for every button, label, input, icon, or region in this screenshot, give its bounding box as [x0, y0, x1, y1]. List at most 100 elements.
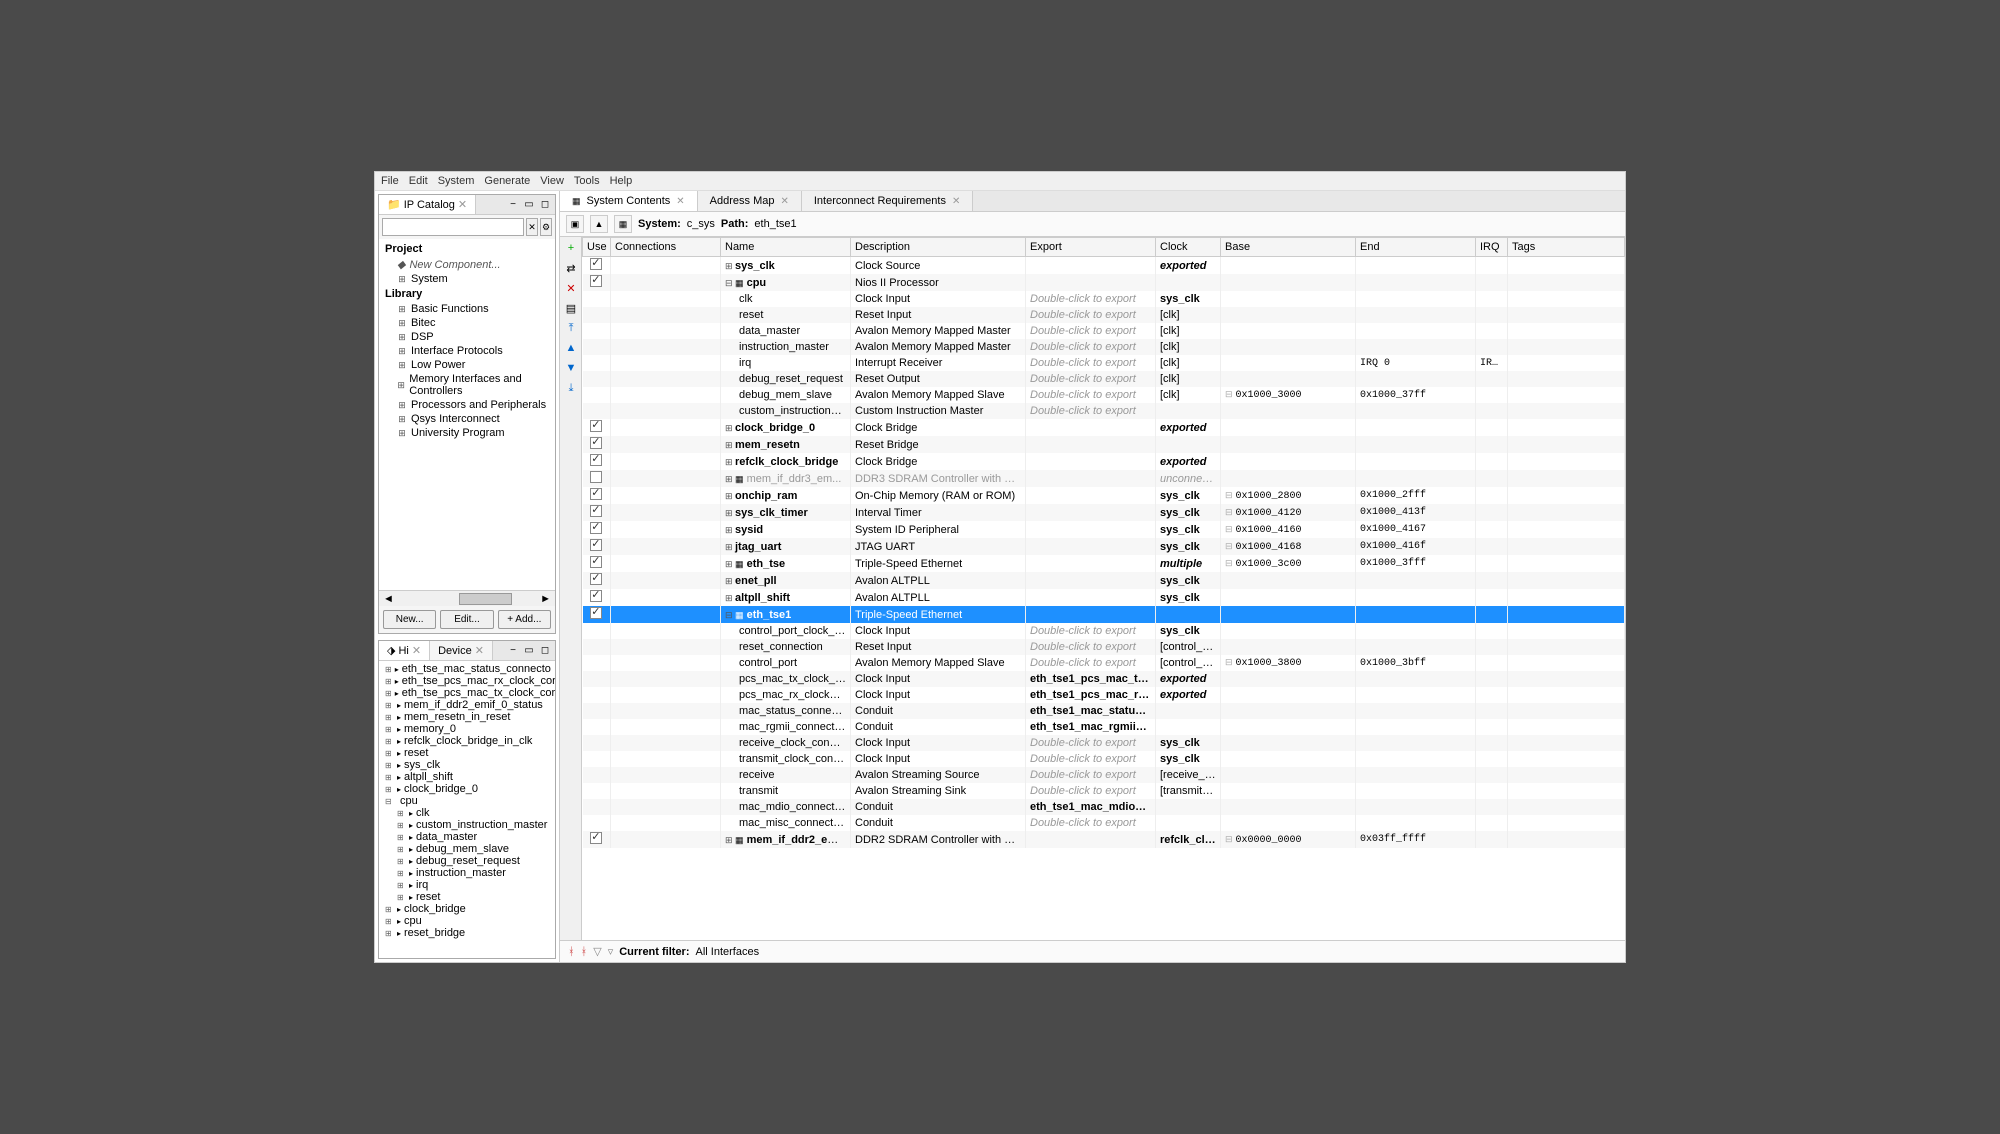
table-row[interactable]: mac_rgmii_connectionConduiteth_tse1_mac_… [583, 719, 1625, 735]
row-base[interactable]: ⊟0x0000_0000 [1221, 831, 1356, 848]
close-icon[interactable]: ✕ [458, 198, 467, 211]
expand-icon[interactable]: ⊟ [725, 610, 735, 621]
system-table-container[interactable]: UseConnectionsNameDescriptionExportClock… [582, 237, 1625, 940]
column-base[interactable]: Base [1221, 238, 1356, 257]
expand-icon[interactable]: ⊞ [397, 845, 406, 854]
row-clock[interactable]: sys_clk [1156, 589, 1221, 606]
library-item[interactable]: ⊞Basic Functions [381, 302, 553, 316]
row-export[interactable] [1026, 606, 1156, 623]
move-up-icon[interactable]: ▲ [562, 339, 580, 357]
row-clock[interactable]: [clk] [1156, 371, 1221, 387]
column-clock[interactable]: Clock [1156, 238, 1221, 257]
row-clock[interactable]: sys_clk [1156, 572, 1221, 589]
collapse-all-button[interactable]: ▣ [566, 215, 584, 233]
row-clock[interactable]: [control_por... [1156, 655, 1221, 671]
row-base[interactable] [1221, 751, 1356, 767]
row-base[interactable] [1221, 307, 1356, 323]
row-clock[interactable]: sys_clk [1156, 521, 1221, 538]
table-row[interactable]: ⊞onchip_ramOn-Chip Memory (RAM or ROM)sy… [583, 487, 1625, 504]
row-export[interactable] [1026, 453, 1156, 470]
table-row[interactable]: transmitAvalon Streaming SinkDouble-clic… [583, 783, 1625, 799]
connections-cell[interactable] [611, 521, 721, 538]
table-row[interactable]: ⊟▦ eth_tse1Triple-Speed Ethernet [583, 606, 1625, 623]
row-base[interactable]: ⊟0x1000_4120 [1221, 504, 1356, 521]
row-clock[interactable]: refclk_cloc... [1156, 831, 1221, 848]
tab-address-map[interactable]: Address Map✕ [698, 191, 802, 211]
expand-icon[interactable]: ⊞ [725, 542, 735, 553]
use-checkbox[interactable] [590, 832, 602, 844]
connections-cell[interactable] [611, 291, 721, 307]
row-clock[interactable]: sys_clk [1156, 487, 1221, 504]
expand-icon[interactable]: ⊞ [385, 737, 394, 746]
row-base[interactable] [1221, 274, 1356, 291]
expand-all-button[interactable]: ▲ [590, 215, 608, 233]
row-export[interactable] [1026, 504, 1156, 521]
expand-icon[interactable]: ⊞ [725, 457, 735, 468]
expand-icon[interactable]: ⊞ [397, 881, 406, 890]
row-export[interactable]: eth_tse1_pcs_mac_rx_... [1026, 687, 1156, 703]
expand-icon[interactable]: ⊞ [397, 809, 406, 818]
row-clock[interactable]: sys_clk [1156, 538, 1221, 555]
hierarchy-item[interactable]: ⊞▸cpu [381, 915, 553, 927]
maximize-icon[interactable]: ◻ [538, 198, 552, 212]
hierarchy-item[interactable]: ⊞▸eth_tse_pcs_mac_tx_clock_cor [381, 687, 553, 699]
row-base[interactable]: ⊟0x1000_3800 [1221, 655, 1356, 671]
row-clock[interactable]: sys_clk [1156, 735, 1221, 751]
table-row[interactable]: ⊞jtag_uartJTAG UARTsys_clk⊟0x1000_41680x… [583, 538, 1625, 555]
funnel-icon[interactable]: ▽ [593, 945, 601, 958]
expand-icon[interactable]: ⊞ [385, 929, 394, 938]
edit-button[interactable]: Edit... [440, 610, 493, 629]
table-row[interactable]: ⊟▦ cpuNios II Processor [583, 274, 1625, 291]
row-export[interactable]: Double-click to export [1026, 371, 1156, 387]
scroll-thumb[interactable] [459, 593, 512, 605]
expand-icon[interactable]: ⊞ [397, 833, 406, 842]
expand-icon[interactable]: ⊞ [725, 474, 735, 485]
table-row[interactable]: instruction_masterAvalon Memory Mapped M… [583, 339, 1625, 355]
row-clock[interactable]: exported [1156, 419, 1221, 436]
menu-file[interactable]: File [381, 175, 399, 187]
row-clock[interactable]: unconnected [1156, 470, 1221, 487]
row-base[interactable] [1221, 291, 1356, 307]
move-down-icon[interactable]: ▼ [562, 359, 580, 377]
connections-cell[interactable] [611, 274, 721, 291]
expand-icon[interactable]: ⊞ [385, 689, 392, 698]
row-export[interactable]: Double-click to export [1026, 355, 1156, 371]
connections-cell[interactable] [611, 751, 721, 767]
table-row[interactable]: clkClock InputDouble-click to exportsys_… [583, 291, 1625, 307]
connections-cell[interactable] [611, 572, 721, 589]
move-top-icon[interactable]: ⤒ [562, 319, 580, 337]
hierarchy-item[interactable]: ⊞▸reset [381, 747, 553, 759]
use-checkbox[interactable] [590, 471, 602, 483]
expand-icon[interactable]: ⊞ [385, 665, 392, 674]
table-row[interactable]: debug_mem_slaveAvalon Memory Mapped Slav… [583, 387, 1625, 403]
row-base[interactable] [1221, 767, 1356, 783]
row-export[interactable]: eth_tse1_mac_mdio_co... [1026, 799, 1156, 815]
row-base[interactable] [1221, 687, 1356, 703]
close-icon[interactable]: ✕ [780, 196, 788, 207]
use-checkbox[interactable] [590, 258, 602, 270]
column-irq[interactable]: IRQ [1476, 238, 1508, 257]
connections-cell[interactable] [611, 639, 721, 655]
row-clock[interactable]: [clk] [1156, 307, 1221, 323]
row-base[interactable] [1221, 339, 1356, 355]
row-clock[interactable]: exported [1156, 671, 1221, 687]
expand-icon[interactable]: ⊞ [725, 593, 735, 604]
row-clock[interactable] [1156, 815, 1221, 831]
edit-tool-icon[interactable]: ▤ [562, 299, 580, 317]
row-base[interactable]: ⊟0x1000_4160 [1221, 521, 1356, 538]
table-row[interactable]: receive_clock_connec...Clock InputDouble… [583, 735, 1625, 751]
row-clock[interactable] [1156, 274, 1221, 291]
row-base[interactable] [1221, 572, 1356, 589]
table-row[interactable]: mac_misc_connectionConduitDouble-click t… [583, 815, 1625, 831]
expand-icon[interactable]: ⊞ [385, 761, 394, 770]
ip-scrollbar[interactable]: ◄► [379, 590, 555, 606]
expand-icon[interactable]: ⊞ [725, 508, 735, 519]
row-export[interactable]: Double-click to export [1026, 323, 1156, 339]
row-clock[interactable] [1156, 403, 1221, 419]
row-base[interactable] [1221, 735, 1356, 751]
connections-cell[interactable] [611, 453, 721, 470]
table-row[interactable]: mac_mdio_connectionConduiteth_tse1_mac_m… [583, 799, 1625, 815]
connections-cell[interactable] [611, 403, 721, 419]
row-export[interactable] [1026, 487, 1156, 504]
row-export[interactable] [1026, 257, 1156, 275]
